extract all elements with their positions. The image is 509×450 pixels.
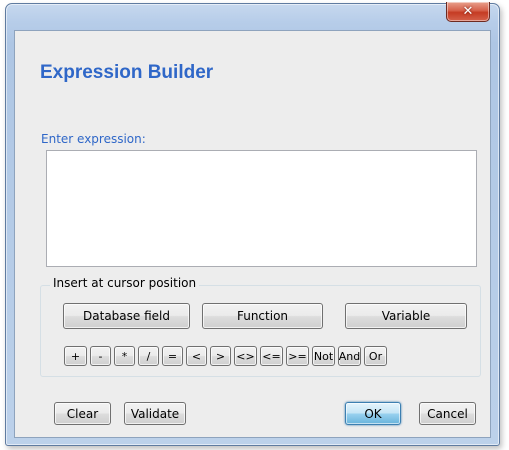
clear-button[interactable]: Clear: [54, 402, 111, 425]
operator-plus-button[interactable]: +: [64, 346, 87, 366]
variable-button[interactable]: Variable: [345, 303, 467, 329]
operator-and-button[interactable]: And: [338, 346, 361, 366]
operator-equals-button[interactable]: =: [162, 346, 183, 366]
dialog-title: Expression Builder: [40, 62, 214, 83]
close-button[interactable]: ✕: [446, 2, 490, 22]
operator-less-or-equal-button[interactable]: <=: [260, 346, 283, 366]
operator-not-button[interactable]: Not: [312, 346, 335, 366]
validate-button[interactable]: Validate: [124, 402, 186, 425]
operator-or-button[interactable]: Or: [364, 346, 387, 366]
close-icon: ✕: [462, 4, 474, 19]
ok-button[interactable]: OK: [345, 402, 401, 425]
function-button[interactable]: Function: [202, 303, 323, 329]
operator-multiply-button[interactable]: *: [114, 346, 135, 366]
operator-minus-button[interactable]: -: [90, 346, 111, 366]
operator-less-than-button[interactable]: <: [186, 346, 207, 366]
operator-not-equal-button[interactable]: <>: [234, 346, 257, 366]
operator-divide-button[interactable]: /: [138, 346, 159, 366]
database-field-button[interactable]: Database field: [63, 303, 190, 329]
operator-buttons: + - * / = < > <> <= >= Not And Or: [64, 346, 390, 366]
operator-greater-than-button[interactable]: >: [210, 346, 231, 366]
cancel-button[interactable]: Cancel: [419, 402, 476, 425]
expression-label: Enter expression:: [41, 132, 146, 146]
operator-greater-or-equal-button[interactable]: >=: [286, 346, 309, 366]
insert-group-legend: Insert at cursor position: [50, 276, 200, 290]
expression-input[interactable]: [46, 150, 477, 267]
